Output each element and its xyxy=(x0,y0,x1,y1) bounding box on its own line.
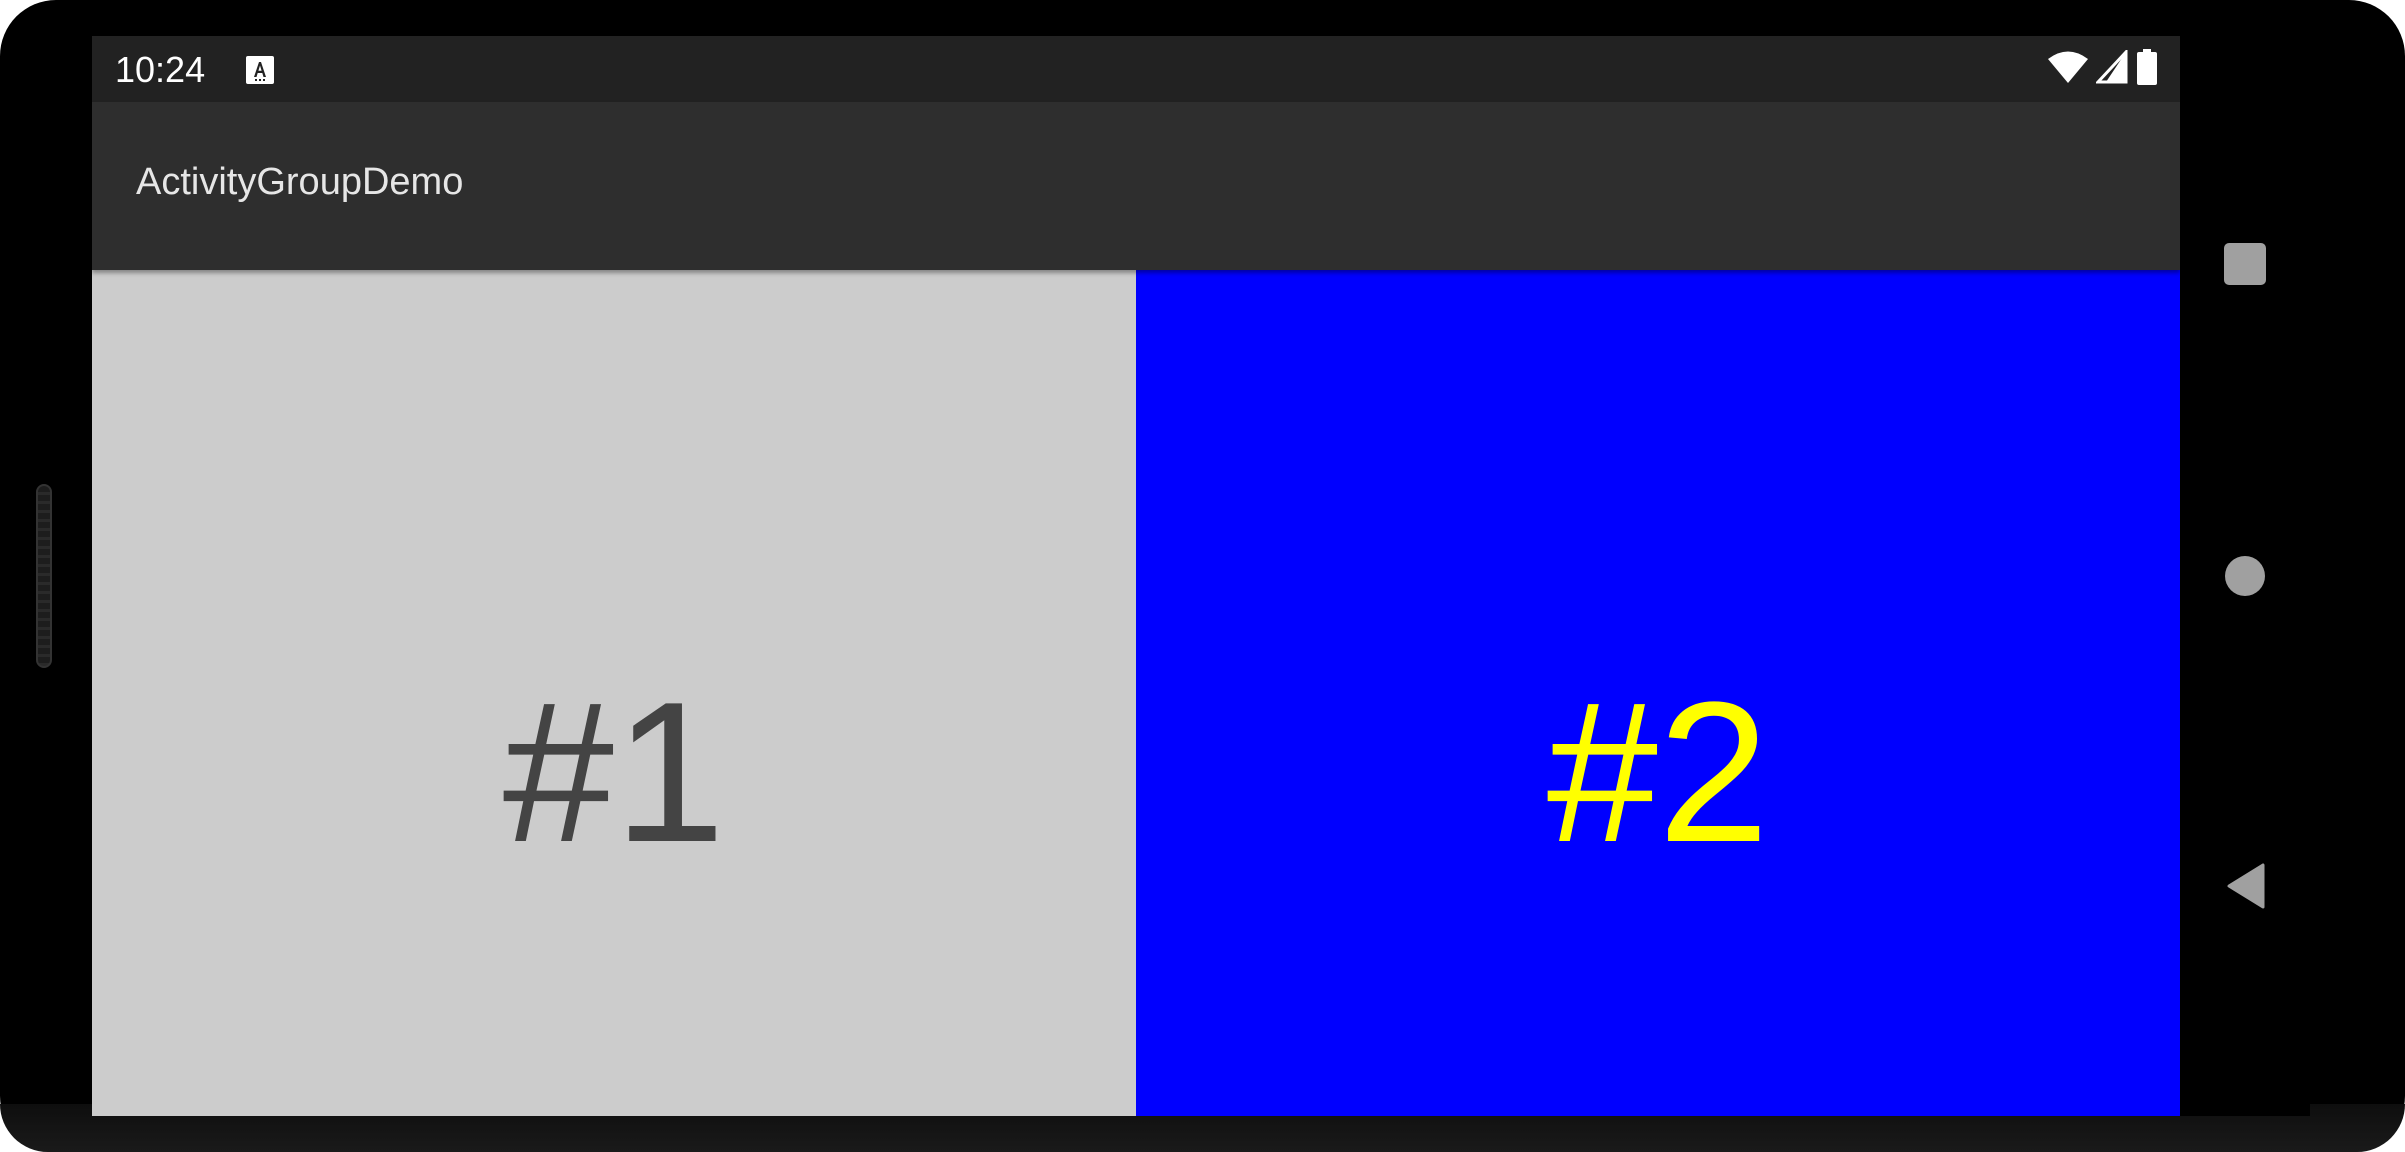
pane-1-label: #1 xyxy=(502,661,726,884)
content-area: #1 #2 xyxy=(92,270,2180,1116)
back-triangle-icon xyxy=(2227,863,2265,909)
app-title: ActivityGroupDemo xyxy=(136,161,464,203)
navigation-bar xyxy=(2180,36,2310,1116)
status-bar: 10:24 xyxy=(92,36,2180,102)
home-button[interactable] xyxy=(2180,526,2310,626)
status-icons xyxy=(2048,47,2158,90)
back-button[interactable] xyxy=(2180,836,2310,936)
status-time: 10:24 xyxy=(115,49,206,90)
battery-icon xyxy=(2136,48,2158,90)
square-icon xyxy=(2224,243,2266,285)
screen: 10:24 ActivityGroupDemo #1 #2 xyxy=(92,36,2180,1116)
cell-signal-icon xyxy=(2094,47,2128,89)
wifi-icon xyxy=(2048,50,2088,89)
pane-1[interactable]: #1 xyxy=(92,270,1136,1116)
app-bar: ActivityGroupDemo xyxy=(92,102,2180,270)
pane-2-label: #2 xyxy=(1546,661,1770,884)
circle-icon xyxy=(2225,556,2265,596)
pane-2[interactable]: #2 xyxy=(1136,270,2180,1116)
device-side-button xyxy=(36,484,52,668)
accessibility-notification-icon xyxy=(246,56,274,84)
recents-button[interactable] xyxy=(2180,214,2310,314)
